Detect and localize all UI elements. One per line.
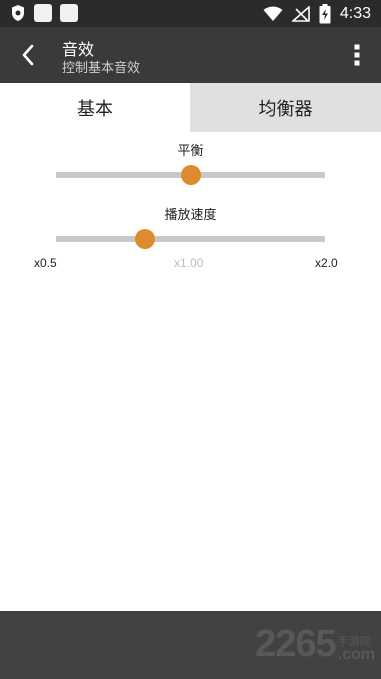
speed-label: 播放速度 (164, 208, 217, 223)
tab-basic[interactable]: 基本 (0, 83, 190, 132)
speed-slider-thumb[interactable] (134, 229, 155, 249)
back-button[interactable] (10, 37, 46, 73)
balance-label: 平衡 (177, 144, 204, 159)
wifi-icon (263, 6, 283, 21)
bottom-bar: 2265 手游网 .com (0, 611, 381, 679)
tab-equalizer[interactable]: 均衡器 (190, 83, 381, 132)
speed-max-label: x2.0 (315, 256, 338, 270)
notification-icon (60, 4, 78, 22)
speed-current-label: x1.00 (174, 256, 204, 270)
watermark-domain: .com (337, 646, 375, 663)
speed-min-label: x0.5 (34, 256, 57, 270)
tab-bar: 基本 均衡器 (0, 83, 381, 132)
battery-charging-icon (319, 4, 331, 24)
balance-slider[interactable] (56, 165, 325, 185)
speed-slider[interactable] (56, 229, 325, 249)
balance-slider-thumb[interactable] (180, 165, 201, 185)
app-toolbar: 音效 控制基本音效 (0, 27, 381, 83)
shield-notification-icon (12, 5, 24, 21)
status-bar: 4:33 (0, 0, 381, 27)
watermark-logo: 2265 手游网 .com (255, 625, 375, 663)
more-vertical-icon (354, 44, 360, 66)
watermark-number: 2265 (255, 623, 337, 665)
chevron-left-icon (22, 44, 34, 66)
overflow-menu-button[interactable] (347, 41, 367, 69)
no-signal-icon (291, 6, 310, 22)
notification-icon (34, 4, 52, 22)
settings-panel: 平衡 播放速度 x0.5 x1.00 x2.0 (0, 132, 381, 611)
page-subtitle: 控制基本音效 (62, 61, 141, 76)
clock: 4:33 (339, 5, 371, 22)
